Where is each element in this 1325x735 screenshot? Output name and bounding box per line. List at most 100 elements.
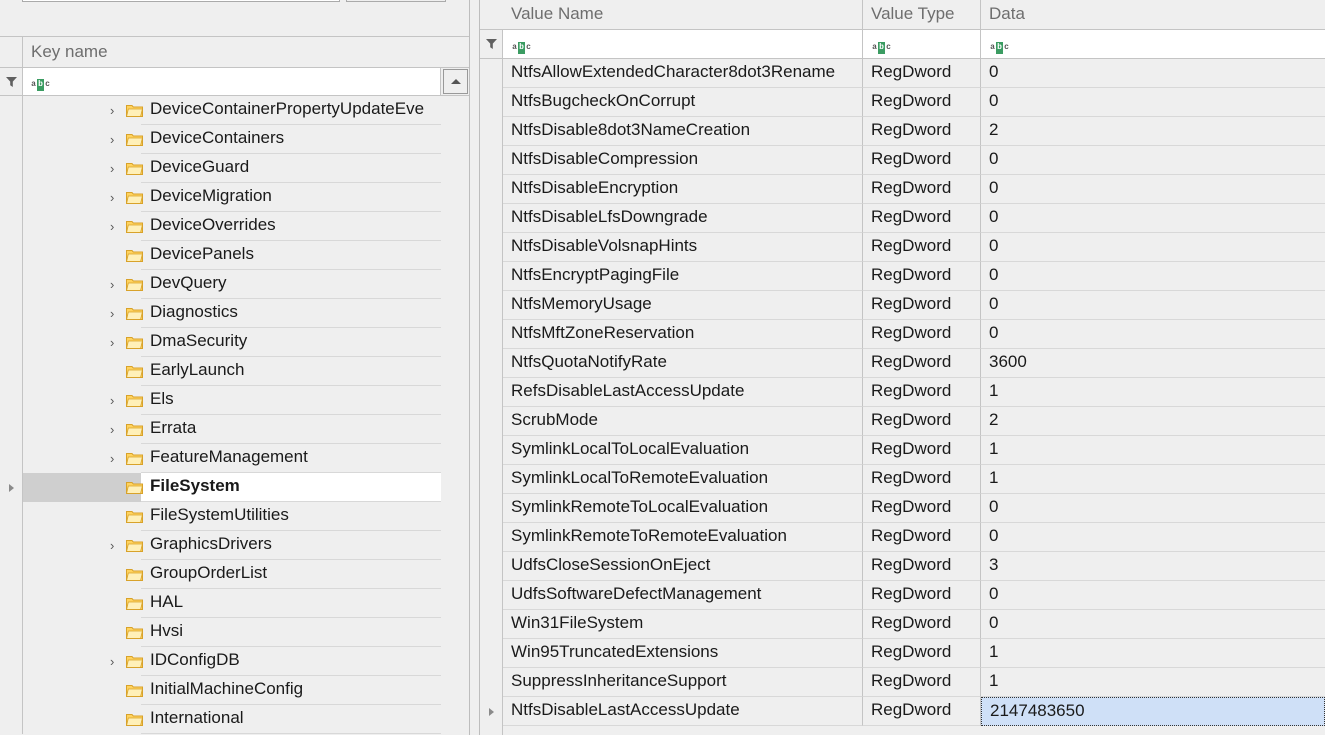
table-row[interactable]: NtfsDisableVolsnapHints RegDword 0	[480, 233, 1325, 262]
find-button[interactable]: Find	[346, 0, 446, 2]
tree-item[interactable]: › Diagnostics	[0, 299, 480, 328]
table-row[interactable]: NtfsAllowExtendedCharacter8dot3Rename Reg…	[480, 59, 1325, 88]
tree-item[interactable]: InitialMachineConfig	[0, 676, 480, 705]
table-row[interactable]: NtfsMftZoneReservation RegDword 0	[480, 320, 1325, 349]
cell-value-type[interactable]: RegDword	[863, 262, 981, 291]
chevron-right-icon[interactable]: ›	[110, 423, 117, 436]
tree-item[interactable]: DevicePanels	[0, 241, 480, 270]
cell-value-type[interactable]: RegDword	[863, 291, 981, 320]
filter-funnel-icon[interactable]	[6, 77, 17, 87]
tree-item[interactable]: › IDConfigDB	[0, 647, 480, 676]
cell-value-name[interactable]: NtfsDisableVolsnapHints	[503, 233, 863, 262]
cell-value-type[interactable]: RegDword	[863, 552, 981, 581]
cell-value-name[interactable]: NtfsDisableLastAccessUpdate	[503, 697, 863, 726]
search-input[interactable]: Enter text to search...	[22, 0, 340, 2]
table-row[interactable]: SuppressInheritanceSupport RegDword 1	[480, 668, 1325, 697]
cell-value-name[interactable]: RefsDisableLastAccessUpdate	[503, 378, 863, 407]
table-row[interactable]: UdfsCloseSessionOnEject RegDword 3	[480, 552, 1325, 581]
tree-item[interactable]: GroupOrderList	[0, 560, 480, 589]
cell-value-name[interactable]: UdfsCloseSessionOnEject	[503, 552, 863, 581]
cell-value-name[interactable]: SymlinkRemoteToRemoteEvaluation	[503, 523, 863, 552]
tree-item[interactable]: › Els	[0, 386, 480, 415]
cell-value-type[interactable]: RegDword	[863, 639, 981, 668]
table-row[interactable]: NtfsDisable8dot3NameCreation RegDword 2	[480, 117, 1325, 146]
cell-value-type[interactable]: RegDword	[863, 494, 981, 523]
cell-value-name[interactable]: SymlinkRemoteToLocalEvaluation	[503, 494, 863, 523]
value-name-filter-input[interactable]: abc	[503, 30, 863, 58]
cell-value-name[interactable]: SymlinkLocalToRemoteEvaluation	[503, 465, 863, 494]
cell-data[interactable]: 0	[981, 320, 1325, 349]
tree-item[interactable]: International	[0, 705, 480, 734]
cell-value-name[interactable]: SymlinkLocalToLocalEvaluation	[503, 436, 863, 465]
cell-data[interactable]: 0	[981, 233, 1325, 262]
cell-value-type[interactable]: RegDword	[863, 436, 981, 465]
cell-value-name[interactable]: Win95TruncatedExtensions	[503, 639, 863, 668]
chevron-right-icon[interactable]: ›	[110, 162, 117, 175]
chevron-right-icon[interactable]: ›	[110, 104, 117, 117]
cell-data[interactable]: 1	[981, 436, 1325, 465]
cell-value-type[interactable]: RegDword	[863, 668, 981, 697]
cell-value-type[interactable]: RegDword	[863, 88, 981, 117]
cell-value-name[interactable]: NtfsEncryptPagingFile	[503, 262, 863, 291]
tree-item[interactable]: › Errata	[0, 415, 480, 444]
data-filter-input[interactable]: abc	[981, 30, 1325, 58]
cell-data[interactable]: 1	[981, 465, 1325, 494]
chevron-right-icon[interactable]: ›	[110, 655, 117, 668]
tree-item[interactable]: › FeatureManagement	[0, 444, 480, 473]
table-row[interactable]: Win31FileSystem RegDword 0	[480, 610, 1325, 639]
cell-value-type[interactable]: RegDword	[863, 233, 981, 262]
cell-value-name[interactable]: NtfsQuotaNotifyRate	[503, 349, 863, 378]
tree-vertical-scrollbar-track[interactable]	[441, 96, 469, 735]
cell-data[interactable]: 3600	[981, 349, 1325, 378]
table-row[interactable]: NtfsQuotaNotifyRate RegDword 3600	[480, 349, 1325, 378]
cell-data[interactable]: 0	[981, 59, 1325, 88]
table-row-selected[interactable]: NtfsDisableLastAccessUpdate RegDword 21474…	[480, 697, 1325, 726]
table-row[interactable]: SymlinkLocalToRemoteEvaluation RegDword 1	[480, 465, 1325, 494]
cell-data[interactable]: 2147483650	[981, 697, 1325, 726]
cell-value-name[interactable]: Win31FileSystem	[503, 610, 863, 639]
cell-value-name[interactable]: NtfsDisableEncryption	[503, 175, 863, 204]
chevron-right-icon[interactable]: ›	[110, 278, 117, 291]
chevron-right-icon[interactable]: ›	[110, 452, 117, 465]
tree-item[interactable]: › GraphicsDrivers	[0, 531, 480, 560]
key-name-filter-input[interactable]: abc	[23, 68, 441, 95]
cell-data[interactable]: 0	[981, 523, 1325, 552]
column-header-value-type[interactable]: Value Type	[863, 0, 981, 29]
cell-value-name[interactable]: UdfsSoftwareDefectManagement	[503, 581, 863, 610]
cell-data[interactable]: 0	[981, 581, 1325, 610]
table-row[interactable]: NtfsMemoryUsage RegDword 0	[480, 291, 1325, 320]
tree-item[interactable]: HAL	[0, 589, 480, 618]
cell-value-name[interactable]: SuppressInheritanceSupport	[503, 668, 863, 697]
cell-value-type[interactable]: RegDword	[863, 349, 981, 378]
chevron-right-icon[interactable]: ›	[110, 133, 117, 146]
cell-data[interactable]: 0	[981, 175, 1325, 204]
cell-value-name[interactable]: NtfsDisableCompression	[503, 146, 863, 175]
cell-data[interactable]: 1	[981, 668, 1325, 697]
cell-value-name[interactable]: ScrubMode	[503, 407, 863, 436]
tree-item-selected[interactable]: FileSystem	[0, 473, 480, 502]
tree-item[interactable]: Hvsi	[0, 618, 480, 647]
table-row[interactable]: SymlinkRemoteToRemoteEvaluation RegDword 0	[480, 523, 1325, 552]
table-row[interactable]: SymlinkRemoteToLocalEvaluation RegDword 0	[480, 494, 1325, 523]
cell-value-name[interactable]: NtfsDisable8dot3NameCreation	[503, 117, 863, 146]
key-name-column-header[interactable]: Key name	[0, 36, 480, 68]
cell-value-type[interactable]: RegDword	[863, 465, 981, 494]
tree-item[interactable]: › DeviceOverrides	[0, 212, 480, 241]
cell-value-type[interactable]: RegDword	[863, 407, 981, 436]
tree-item[interactable]: FileSystemUtilities	[0, 502, 480, 531]
chevron-right-icon[interactable]: ›	[110, 539, 117, 552]
chevron-right-icon[interactable]: ›	[110, 191, 117, 204]
cell-value-type[interactable]: RegDword	[863, 610, 981, 639]
cell-data[interactable]: 1	[981, 378, 1325, 407]
tree-item[interactable]: › DeviceContainers	[0, 125, 480, 154]
cell-value-type[interactable]: RegDword	[863, 697, 981, 726]
cell-data[interactable]: 2	[981, 407, 1325, 436]
cell-value-type[interactable]: RegDword	[863, 146, 981, 175]
tree-item[interactable]: › DeviceContainerPropertyUpdateEve	[0, 96, 480, 125]
tree-item[interactable]: EarlyLaunch	[0, 357, 480, 386]
tree-item[interactable]: › DmaSecurity	[0, 328, 480, 357]
table-row[interactable]: NtfsDisableCompression RegDword 0	[480, 146, 1325, 175]
cell-data[interactable]: 0	[981, 204, 1325, 233]
cell-data[interactable]: 0	[981, 88, 1325, 117]
table-row[interactable]: SymlinkLocalToLocalEvaluation RegDword 1	[480, 436, 1325, 465]
